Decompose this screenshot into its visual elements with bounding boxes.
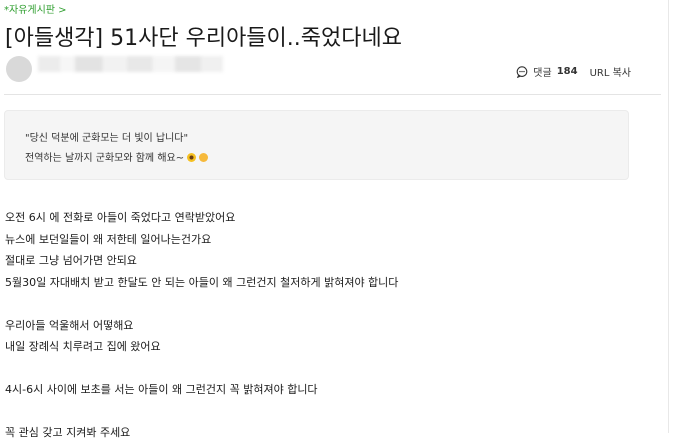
body-line: 오전 6시 에 전화로 아들이 죽었다고 연락받았어요 (5, 211, 236, 224)
sidebar-divider (668, 0, 669, 433)
body-line: 4시-6시 사이에 보초를 서는 아들이 왜 그런건지 꼭 밝혀져야 합니다 (5, 383, 318, 396)
notice-box: "당신 덕분에 군화모는 더 빛이 납니다" 전역하는 날까지 군화모와 함께 … (4, 110, 629, 180)
copy-url-button[interactable]: URL 복사 (590, 64, 631, 79)
comment-icon (516, 65, 528, 78)
body-line: 뉴스에 보던일들이 왜 저한테 일어나는건가요 (5, 232, 212, 246)
body-line: 절대로 그냥 넘어가면 안되요 (5, 254, 137, 267)
author-info-blurred (38, 56, 223, 72)
comment-count[interactable]: 184 (557, 66, 578, 77)
body-blank-line (5, 401, 398, 423)
body-blank-line (5, 358, 398, 380)
breadcrumb-board-link[interactable]: *자유게시판 > (4, 1, 67, 16)
header-divider (4, 94, 661, 95)
body-line: 우리아들 억울해서 어떻해요 (5, 318, 134, 332)
post-meta: 댓글 184 URL 복사 (516, 64, 631, 79)
sunflower-emoji-icon (187, 153, 197, 162)
smile-emoji-icon (199, 153, 209, 162)
post-body: 오전 6시 에 전화로 아들이 죽었다고 연락받았어요 뉴스에 보던일들이 왜 … (5, 207, 398, 444)
body-line: 5월30일 자대배치 받고 한달도 안 되는 아들이 왜 그런건지 철저하게 밝… (5, 275, 399, 289)
notice-line-2: 전역하는 날까지 군화모와 함께 해요~ (25, 153, 185, 164)
author-avatar[interactable] (6, 56, 32, 82)
body-blank-line (5, 293, 398, 315)
notice-line-2-wrap: 전역하는 날까지 군화모와 함께 해요~ (25, 149, 628, 169)
body-line: 내일 장례식 치루려고 집에 왔어요 (5, 340, 161, 353)
notice-line-1: "당신 덕분에 군화모는 더 빛이 납니다" (25, 133, 189, 144)
post-view: *자유게시판 > [아들생각] 51사단 우리아들이..죽었다네요 댓글 184… (0, 0, 661, 439)
post-title: [아들생각] 51사단 우리아들이..죽었다네요 (5, 26, 402, 51)
comment-label[interactable]: 댓글 (533, 64, 551, 79)
